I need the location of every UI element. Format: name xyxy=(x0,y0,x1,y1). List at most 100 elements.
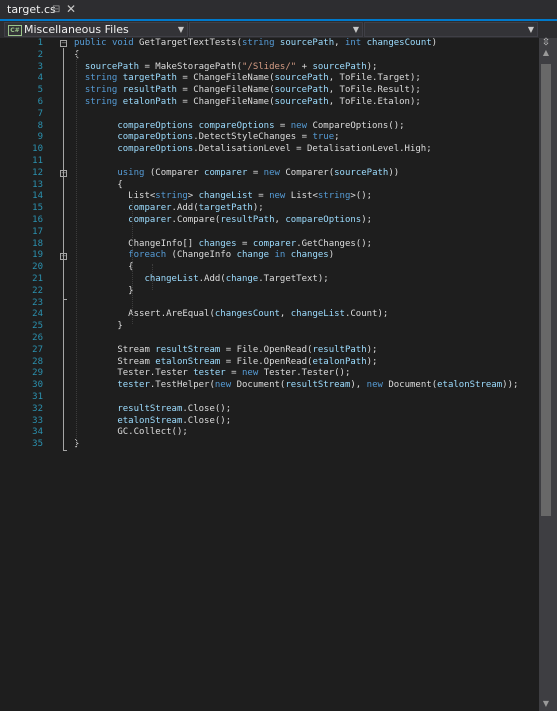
line-number: 9 xyxy=(37,132,43,143)
code-token: resultPath xyxy=(220,215,275,225)
collapse-icon[interactable]: − xyxy=(60,40,67,47)
code-line[interactable]: } xyxy=(74,321,123,333)
code-token: new xyxy=(263,167,286,178)
code-token: changeList xyxy=(198,191,253,202)
line-number: 7 xyxy=(37,108,43,119)
code-token: } xyxy=(74,321,123,332)
code-token: sourcePath xyxy=(274,73,329,84)
code-token: change xyxy=(225,274,259,284)
code-token: new xyxy=(366,380,389,391)
code-line[interactable]: compareOptions.DetectStyleChanges = true… xyxy=(74,132,339,144)
split-handle-icon[interactable]: ⇳ xyxy=(540,38,552,48)
indent-guide xyxy=(76,52,77,448)
code-token: Assert.AreEqual( xyxy=(74,309,215,320)
code-line[interactable]: resultStream.Close(); xyxy=(74,404,231,416)
code-line[interactable]: etalonStream.Close(); xyxy=(74,416,231,428)
code-token: Document( xyxy=(236,380,286,391)
code-token: comparer xyxy=(204,167,248,178)
scrollbar-thumb[interactable] xyxy=(541,64,551,516)
line-number: 23 xyxy=(32,297,43,308)
line-number: 22 xyxy=(32,285,43,296)
code-token: compareOptions xyxy=(74,144,194,155)
code-token: = xyxy=(252,191,270,202)
code-line[interactable]: string targetPath = ChangeFileName(sourc… xyxy=(74,73,421,85)
member-dropdown[interactable]: ▼ xyxy=(364,22,538,37)
code-line[interactable]: Assert.AreEqual(changesCount, changeList… xyxy=(74,309,388,321)
code-token: void xyxy=(111,38,140,48)
code-token: (Comparer xyxy=(149,167,205,178)
code-token: .GetChanges(); xyxy=(296,238,373,249)
code-line[interactable]: sourcePath = MakeStoragePath("/Slides/" … xyxy=(74,61,378,74)
code-token: .Compare( xyxy=(171,215,221,225)
code-token: CompareOptions(); xyxy=(312,120,405,131)
project-dropdown[interactable]: C# Miscellaneous Files ▼ xyxy=(4,22,188,37)
code-line[interactable]: public void GetTargetTextTests(string so… xyxy=(74,38,437,50)
code-token: in xyxy=(269,250,291,261)
code-token: changeList xyxy=(290,309,345,320)
code-token: int xyxy=(344,38,367,48)
code-line[interactable]: tester.TestHelper(new Document(resultStr… xyxy=(74,380,518,392)
code-token: = File.OpenRead( xyxy=(220,356,313,367)
code-token: Stream xyxy=(74,344,156,355)
code-line[interactable]: comparer.Compare(resultPath, compareOpti… xyxy=(74,215,372,227)
code-token: resultPath xyxy=(312,344,367,355)
code-token: .TestHelper( xyxy=(149,380,215,391)
line-number: 32 xyxy=(32,403,43,414)
line-number: 18 xyxy=(32,238,43,249)
line-number: 19 xyxy=(32,250,43,261)
scroll-up-icon[interactable]: ▲ xyxy=(539,48,553,60)
code-editor[interactable]: 1 public void GetTargetTextTests(string s… xyxy=(0,38,557,711)
code-token: comparer xyxy=(74,203,172,214)
code-token: = xyxy=(274,120,291,131)
code-line[interactable]: changeList.Add(change.TargetText); xyxy=(74,274,328,286)
code-token: .Add( xyxy=(171,203,199,214)
code-token: compareOptions xyxy=(198,120,275,131)
code-line[interactable]: Stream resultStream = File.OpenRead(resu… xyxy=(74,345,377,357)
tab-target-cs[interactable]: target.cs ⊟ ✕ xyxy=(0,0,80,19)
code-line[interactable]: string etalonPath = ChangeFileName(sourc… xyxy=(74,97,421,109)
code-token: targetPath xyxy=(198,203,253,214)
code-line[interactable]: List<string> changeList = new List<strin… xyxy=(74,191,372,203)
type-dropdown[interactable]: ▼ xyxy=(189,22,363,37)
code-line[interactable]: Tester.Tester tester = new Tester.Tester… xyxy=(74,368,350,380)
navigation-bar: C# Miscellaneous Files ▼ ▼ ▼ xyxy=(0,21,557,38)
vertical-scrollbar[interactable]: ⇳ ▲ ▼ xyxy=(539,38,557,711)
scroll-down-icon[interactable]: ▼ xyxy=(539,699,553,711)
code-token: sourcePath xyxy=(274,85,329,96)
code-line[interactable]: compareOptions compareOptions = new Comp… xyxy=(74,120,405,133)
collapse-icon[interactable]: − xyxy=(60,170,67,177)
code-line[interactable]: { xyxy=(74,180,122,192)
collapse-icon[interactable]: − xyxy=(60,253,67,260)
code-token: comparer xyxy=(252,238,297,249)
code-line[interactable]: string resultPath = ChangeFileName(sourc… xyxy=(74,85,421,97)
chevron-down-icon: ▼ xyxy=(352,25,359,34)
project-dropdown-label: Miscellaneous Files xyxy=(24,23,129,36)
code-token: .Close(); xyxy=(182,403,232,414)
indicator-margin xyxy=(0,38,17,711)
code-token: true xyxy=(312,132,335,143)
code-token: { xyxy=(74,262,134,273)
pin-icon[interactable]: ⊟ xyxy=(52,0,60,19)
chevron-down-icon: ▼ xyxy=(177,25,184,34)
code-line[interactable]: compareOptions.DetalisationLevel = Detal… xyxy=(74,144,432,156)
code-token: = ChangeFileName( xyxy=(176,97,275,107)
code-token: comparer xyxy=(74,215,172,225)
code-line[interactable]: Stream etalonStream = File.OpenRead(etal… xyxy=(74,357,377,369)
code-token: > xyxy=(187,191,199,202)
code-token: "/Slides/" xyxy=(241,61,297,72)
code-token: , ToFile.Target); xyxy=(328,73,421,84)
code-line[interactable]: using (Comparer comparer = new Comparer(… xyxy=(74,168,399,180)
code-token: ); xyxy=(366,356,378,367)
code-token: = File.OpenRead( xyxy=(220,344,313,355)
line-number: 31 xyxy=(32,392,43,402)
code-line[interactable]: ChangeInfo[] changes = comparer.GetChang… xyxy=(74,239,372,251)
code-line[interactable]: foreach (ChangeInfo change in changes) xyxy=(74,250,334,262)
code-line[interactable]: GC.Collect(); xyxy=(74,427,187,439)
code-line[interactable]: { xyxy=(74,262,134,274)
code-line[interactable]: comparer.Add(targetPath); xyxy=(74,203,264,215)
code-token: .Add( xyxy=(198,274,226,284)
line-number: 33 xyxy=(32,415,43,426)
code-token: .DetalisationLevel = DetalisationLevel.H… xyxy=(193,144,432,155)
code-line[interactable]: } xyxy=(74,286,133,298)
close-icon[interactable]: ✕ xyxy=(66,0,76,19)
